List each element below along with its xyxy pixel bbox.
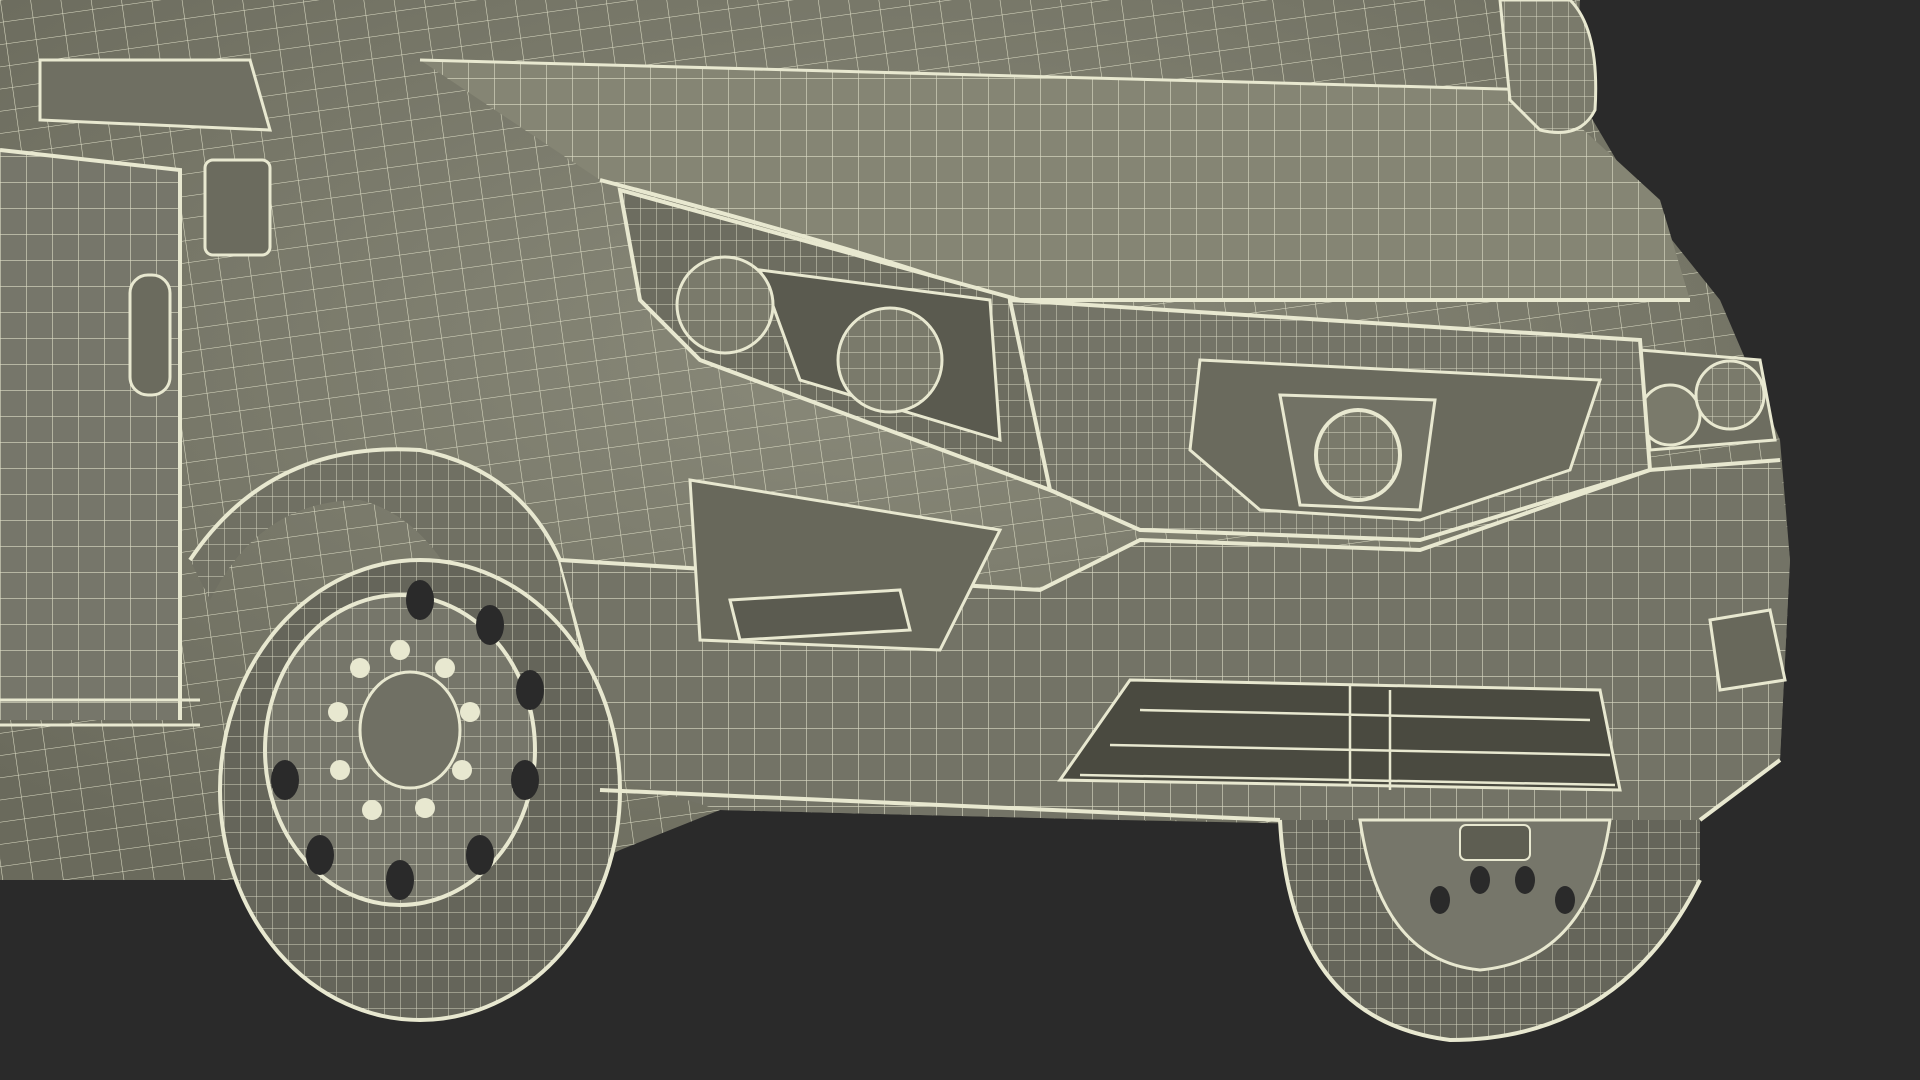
hub-left [358, 670, 462, 790]
headlight-right [1638, 348, 1777, 452]
wheel-front-left [218, 558, 622, 1022]
door-hinge [203, 158, 272, 257]
door-handle [128, 273, 172, 397]
lower-intake [1057, 678, 1622, 792]
wireframe-render [0, 0, 1920, 1080]
